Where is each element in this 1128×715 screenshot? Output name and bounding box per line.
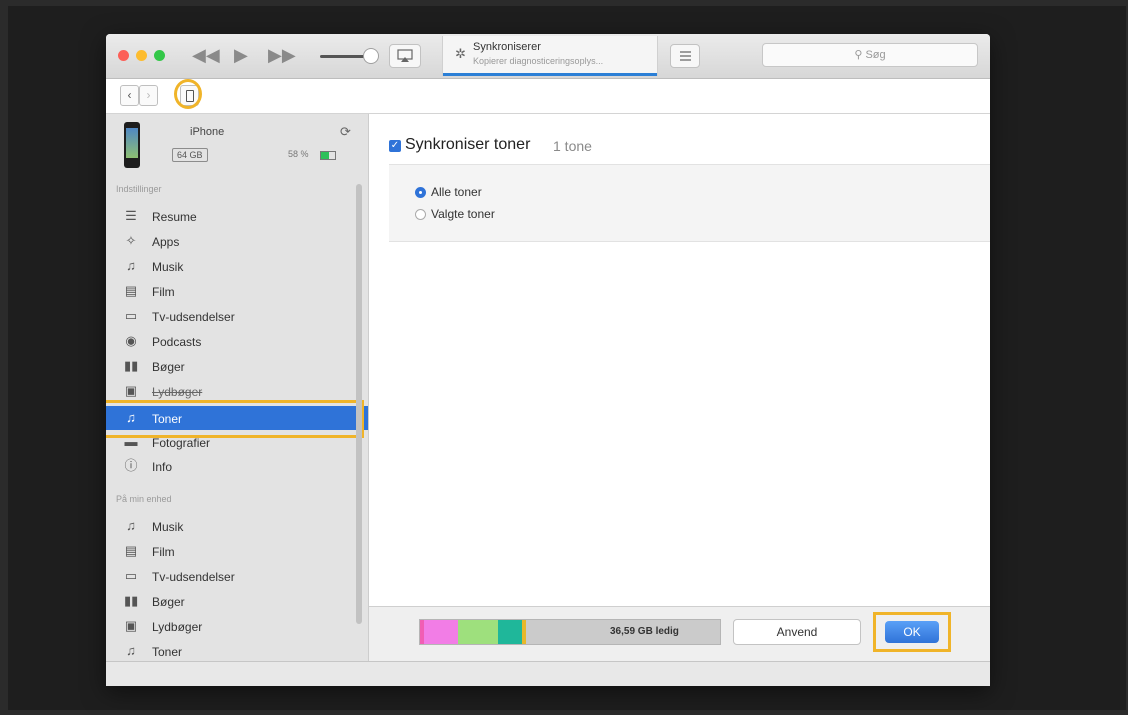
radio-all-tones-label: Alle toner [431,185,482,199]
ok-button-highlight [873,612,951,652]
storage-segment [522,620,526,644]
airplay-icon [397,49,413,62]
books-icon: ▮▮ [124,358,139,373]
footer-bar: 36,59 GB ledig Anvend OK [369,606,990,662]
sync-progress-bar [443,73,657,76]
device-capacity: 64 GB [172,148,208,162]
title-bar: ◀◀ ▶ ▶▶ ✲ Synkroniserer Kopierer diagnos… [106,34,990,79]
device-item-musik[interactable]: ♫ Musik [106,514,368,538]
device-name: iPhone [190,126,225,138]
books-icon: ▮▮ [124,593,139,608]
sync-activity-icon: ✲ [455,46,466,61]
device-thumbnail [124,122,140,168]
search-icon: ⚲ [854,49,863,61]
podcast-icon: ◉ [125,333,137,348]
sidebar-scrollbar[interactable] [356,184,362,624]
device-item-toner[interactable]: ♫ Toner [106,639,368,661]
chevron-left-icon: ‹ [127,88,132,102]
checkmark-icon: ✓ [390,140,400,151]
main-content: ✓ Synkroniser toner 1 tone Alle toner Va… [369,114,990,606]
volume-slider[interactable] [320,55,366,58]
status-title: Synkroniserer [473,41,541,53]
radio-selected-tones-label: Valgte toner [431,207,495,221]
free-space-label: 36,59 GB ledig [610,626,679,637]
film-icon: ▤ [124,543,138,558]
status-subtitle: Kopierer diagnosticeringsoplys... [473,56,604,66]
device-item-boger[interactable]: ▮▮ Bøger [106,589,368,613]
sync-label: Synkroniser toner [405,136,531,153]
battery-percent: 58 % [288,149,309,159]
status-display: ✲ Synkroniserer Kopierer diagnosticering… [442,36,658,76]
on-device-heading: På min enhed [116,494,172,504]
settings-heading: Indstillinger [116,184,162,194]
sidebar-item-boger[interactable]: ▮▮ Bøger [106,354,368,378]
sidebar-item-apps[interactable]: ✧ Apps [106,229,368,253]
navigation-bar: ‹ › [106,79,990,114]
volume-knob[interactable] [363,48,379,64]
bell-icon: ♫ [126,643,136,658]
summary-icon: ☰ [125,208,137,223]
device-item-tv[interactable]: ▭ Tv-udsendelser [106,564,368,588]
toner-highlight [106,400,364,438]
sync-checkbox[interactable]: ✓ [389,140,401,152]
tv-icon: ▭ [124,308,138,323]
search-placeholder: Søg [865,49,886,61]
music-icon: ♫ [126,258,136,273]
status-bar [106,661,990,686]
device-item-film[interactable]: ▤ Film [106,539,368,563]
sync-options: Alle toner Valgte toner [389,164,990,242]
sync-count: 1 tone [553,138,592,154]
sidebar-item-film[interactable]: ▤ Film [106,279,368,303]
apply-button[interactable]: Anvend [733,619,861,645]
fast-forward-icon[interactable]: ▶▶ [268,44,296,66]
battery-icon [320,151,336,160]
storage-segment [458,620,498,644]
film-icon: ▤ [124,283,138,298]
device-item-lydboger[interactable]: ▣ Lydbøger [106,614,368,638]
music-icon: ♫ [126,518,136,533]
apps-icon: ✧ [125,233,137,248]
rewind-icon[interactable]: ◀◀ [192,44,220,66]
storage-bar: 36,59 GB ledig [419,619,721,645]
sidebar-item-musik[interactable]: ♫ Musik [106,254,368,278]
zoom-window-button[interactable] [154,50,165,61]
back-button[interactable]: ‹ [120,85,139,106]
minimize-window-button[interactable] [136,50,147,61]
forward-button[interactable]: › [139,85,158,106]
tv-icon: ▭ [124,568,138,583]
radio-selected-tones[interactable] [415,209,426,220]
close-window-button[interactable] [118,50,129,61]
radio-all-tones[interactable] [415,187,426,198]
itunes-window: ◀◀ ▶ ▶▶ ✲ Synkroniserer Kopierer diagnos… [106,34,990,686]
sync-icon[interactable]: ⟳ [340,124,351,140]
up-next-button[interactable] [670,44,700,68]
sidebar-item-resume[interactable]: ☰ Resume [106,204,368,228]
list-icon [680,51,691,61]
play-icon[interactable]: ▶ [234,44,248,66]
storage-segment [498,620,522,644]
chevron-right-icon: › [146,88,151,102]
sidebar: iPhone 64 GB 58 % ⟳ Indstillinger ☰ Resu… [106,114,369,661]
search-input[interactable]: ⚲ Søg [762,43,978,67]
audiobook-icon: ▣ [124,618,138,633]
audiobook-icon: ▣ [124,383,138,398]
airplay-button[interactable] [389,44,421,68]
sidebar-item-tv[interactable]: ▭ Tv-udsendelser [106,304,368,328]
info-icon: ⓘ [124,458,138,473]
storage-segment [424,620,458,644]
device-button-highlight [174,79,202,109]
sidebar-item-info[interactable]: ⓘ Info [106,454,368,478]
sidebar-item-podcasts[interactable]: ◉ Podcasts [106,329,368,353]
